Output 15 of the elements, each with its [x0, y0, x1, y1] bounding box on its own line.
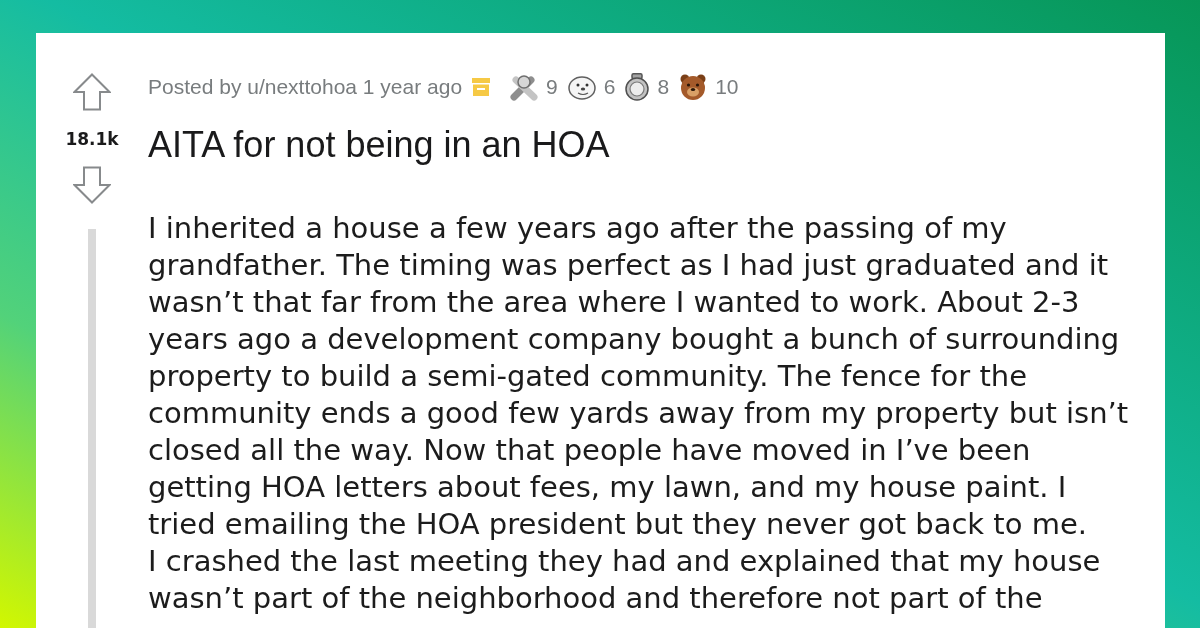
down-arrow-icon[interactable] — [73, 166, 111, 204]
award-count: 6 — [603, 74, 616, 100]
coin-icon — [625, 73, 650, 101]
award-count: 10 — [715, 74, 739, 100]
award-count: 8 — [657, 74, 670, 100]
up-arrow-icon[interactable] — [73, 73, 111, 111]
post-paragraph: I inherited a house a few years ago after the passing of my grandfather. The timing was perfect as I had just graduated and it wasn’t that far from the area where I wanted to work. About 2-3 years ago a development company bought a bunch of surrounding property to build a semi-gated community. The fence for the community ends a good few yards away from my property but isn’t closed all the way. Now that people have moved in I’ve been getting HOA letters about fees, my lawn, and my house paint. I tried emailing the HOA president but they never got back to me. — [148, 210, 1130, 543]
bear-icon — [679, 73, 708, 101]
crossed-arms-icon — [510, 73, 539, 101]
vote-score: 18.1k — [65, 128, 119, 150]
post-title: AITA for not being in an HOA — [148, 123, 611, 167]
seal-face-icon — [567, 74, 596, 100]
post-paragraph: I crashed the last meeting they had and explained that my house wasn’t part of the neighborhood and therefore not part of the — [148, 543, 1102, 617]
post-byline: Posted by u/nexttohoa 1 year ago — [148, 74, 463, 100]
award-count: 9 — [546, 74, 558, 100]
